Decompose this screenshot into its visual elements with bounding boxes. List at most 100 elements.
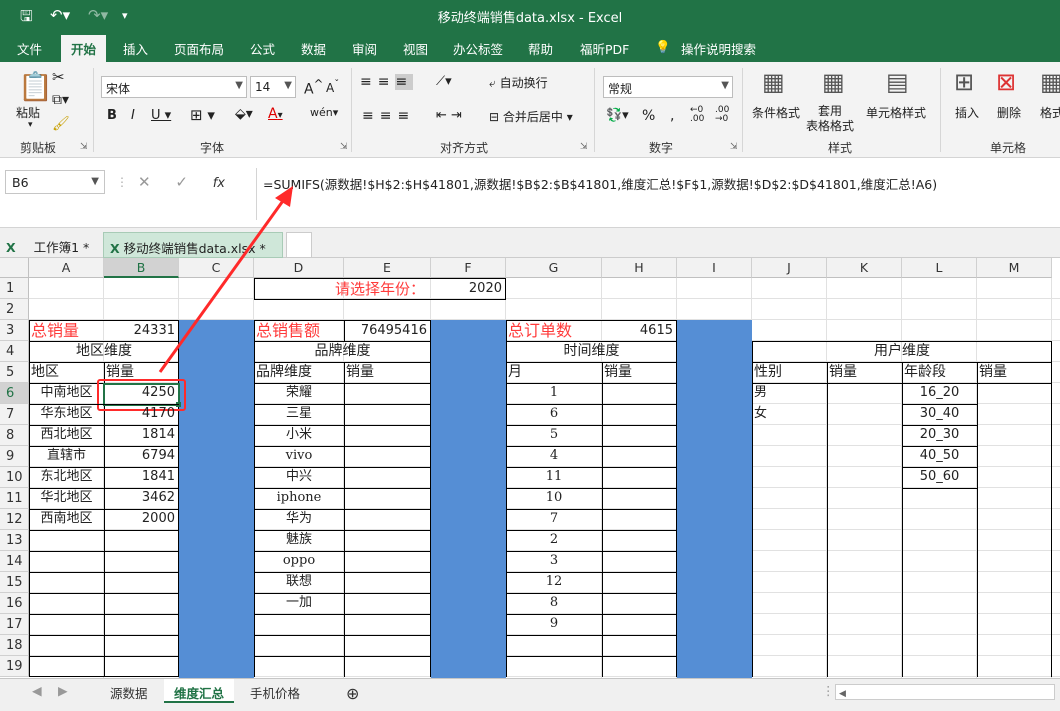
brand-name-cell[interactable]: 三星 xyxy=(254,404,344,424)
brand-name-cell[interactable]: 联想 xyxy=(254,572,344,592)
column-header-c[interactable]: C xyxy=(179,258,254,278)
brand-name-cell[interactable]: 一加 xyxy=(254,593,344,613)
name-box[interactable]: B6 ▼ xyxy=(5,170,105,194)
dialog-launcher-icon[interactable]: ⇲ xyxy=(580,142,588,152)
age-group-cell[interactable]: 50_60 xyxy=(902,467,977,487)
row-header-15[interactable]: 15 xyxy=(0,572,29,593)
decrease-decimal-icon[interactable]: .00 →0 xyxy=(715,106,729,124)
column-header-m[interactable]: M xyxy=(977,258,1052,278)
region-name-cell[interactable]: 西南地区 xyxy=(29,509,104,529)
month-cell[interactable]: 7 xyxy=(506,509,602,529)
grow-font-icon[interactable]: A^ xyxy=(304,77,323,98)
region-sales-cell[interactable]: 4250 xyxy=(104,383,179,403)
month-cell[interactable]: 2 xyxy=(506,530,602,550)
new-workbook-tab[interactable] xyxy=(286,232,312,258)
insert-cells-icon[interactable]: ⊞ xyxy=(954,68,974,96)
wrap-text-button[interactable]: ⤶ 自动换行 xyxy=(489,74,548,91)
column-header-a[interactable]: A xyxy=(29,258,104,278)
gender-cell[interactable]: 女 xyxy=(752,404,827,424)
row-header-2[interactable]: 2 xyxy=(0,299,29,320)
region-name-cell[interactable]: 直辖市 xyxy=(29,446,104,466)
tab-foxit-pdf[interactable]: 福昕PDF xyxy=(580,39,629,58)
percent-icon[interactable]: % xyxy=(642,108,655,124)
total-revenue-value[interactable]: 76495416 xyxy=(344,320,431,342)
region-sales-cell[interactable]: 6794 xyxy=(104,446,179,466)
region-sales-cell[interactable]: 1814 xyxy=(104,425,179,445)
region-sales-cell[interactable]: 2000 xyxy=(104,509,179,529)
tab-review[interactable]: 审阅 xyxy=(352,39,377,58)
add-sheet-icon[interactable]: ⊕ xyxy=(336,680,369,704)
conditional-format-button[interactable]: 条件格式 xyxy=(752,104,800,121)
tab-office-tab[interactable]: 办公标签 xyxy=(453,39,503,58)
total-orders-value[interactable]: 4615 xyxy=(602,320,677,342)
column-header-e[interactable]: E xyxy=(344,258,431,278)
tab-home[interactable]: 开始 xyxy=(61,35,107,62)
sheet-tab-source-data[interactable]: 源数据 xyxy=(100,679,158,703)
age-group-cell[interactable]: 20_30 xyxy=(902,425,977,445)
column-header-l[interactable]: L xyxy=(902,258,977,278)
font-color-icon[interactable]: A▾ xyxy=(268,106,283,122)
total-sales-value[interactable]: 24331 xyxy=(104,320,179,342)
currency-icon[interactable]: 💱▾ xyxy=(606,108,629,123)
italic-icon[interactable]: I xyxy=(131,108,135,123)
region-sales-cell[interactable]: 3462 xyxy=(104,488,179,508)
month-cell[interactable]: 12 xyxy=(506,572,602,592)
gender-cell[interactable]: 男 xyxy=(752,383,827,403)
increase-decimal-icon[interactable]: ←0.00 xyxy=(690,106,704,124)
month-cell[interactable]: 10 xyxy=(506,488,602,508)
enter-icon[interactable]: ✓ xyxy=(175,173,188,191)
month-cell[interactable]: 4 xyxy=(506,446,602,466)
select-all-corner[interactable] xyxy=(0,258,29,278)
format-as-table-button[interactable]: 套用 表格格式 xyxy=(806,104,854,134)
column-header-i[interactable]: I xyxy=(677,258,752,278)
insert-cells-button[interactable]: 插入 xyxy=(955,104,979,121)
cell-styles-icon[interactable]: ▤ xyxy=(886,68,909,96)
cell-styles-button[interactable]: 单元格样式 xyxy=(866,104,926,121)
brand-name-cell[interactable]: vivo xyxy=(254,446,344,466)
conditional-format-icon[interactable]: ▦ xyxy=(762,68,785,96)
delete-cells-button[interactable]: 删除 xyxy=(997,104,1021,121)
format-as-table-icon[interactable]: ▦ xyxy=(822,68,845,96)
dialog-launcher-icon[interactable]: ⇲ xyxy=(730,142,738,152)
vertical-align-icons[interactable]: ≡≡≡ xyxy=(360,74,414,90)
row-header-18[interactable]: 18 xyxy=(0,635,29,656)
row-header-12[interactable]: 12 xyxy=(0,509,29,530)
format-painter-icon[interactable]: 🖌 xyxy=(52,116,70,132)
spreadsheet-grid[interactable]: A B C D E F G H I J K L M 请选择年份： 2020 总销… xyxy=(0,258,1060,678)
row-header-1[interactable]: 1 xyxy=(0,278,29,299)
dialog-launcher-icon[interactable]: ⇲ xyxy=(340,142,348,152)
workbook-tab[interactable]: X 工作簿1 * xyxy=(0,232,100,258)
tab-file[interactable]: 文件 xyxy=(17,39,42,58)
border-icon[interactable]: ⊞ ▾ xyxy=(190,106,215,124)
paste-icon[interactable]: 📋 xyxy=(18,70,53,103)
horizontal-align-icons[interactable]: ≡≡≡ xyxy=(362,108,415,124)
brand-name-cell[interactable]: 荣耀 xyxy=(254,383,344,403)
brand-name-cell[interactable]: oppo xyxy=(254,551,344,571)
sheet-tab-dimension-summary[interactable]: 维度汇总 xyxy=(164,679,235,703)
paste-button[interactable]: 粘贴 xyxy=(16,104,40,121)
month-cell[interactable]: 5 xyxy=(506,425,602,445)
month-cell[interactable]: 9 xyxy=(506,614,602,634)
row-header-17[interactable]: 17 xyxy=(0,614,29,635)
orientation-icon[interactable]: ⟋▾ xyxy=(436,74,452,89)
column-header-f[interactable]: F xyxy=(431,258,506,278)
column-header-h[interactable]: H xyxy=(602,258,677,278)
brand-name-cell[interactable]: iphone xyxy=(254,488,344,508)
row-header-6[interactable]: 6 xyxy=(0,383,29,404)
region-sales-cell[interactable]: 4170 xyxy=(104,404,179,424)
region-name-cell[interactable]: 华北地区 xyxy=(29,488,104,508)
tab-formulas[interactable]: 公式 xyxy=(250,39,275,58)
tab-insert[interactable]: 插入 xyxy=(123,39,148,58)
row-header-3[interactable]: 3 xyxy=(0,320,29,341)
row-header-16[interactable]: 16 xyxy=(0,593,29,614)
age-group-cell[interactable]: 16_20 xyxy=(902,383,977,403)
brand-name-cell[interactable]: 华为 xyxy=(254,509,344,529)
row-header-4[interactable]: 4 xyxy=(0,341,29,362)
comma-icon[interactable]: , xyxy=(670,108,674,124)
region-name-cell[interactable]: 东北地区 xyxy=(29,467,104,487)
row-header-9[interactable]: 9 xyxy=(0,446,29,467)
year-input-cell[interactable]: 2020 xyxy=(431,278,506,300)
horizontal-scrollbar[interactable]: ◀ xyxy=(835,684,1055,700)
number-format-select[interactable]: 常规 ▼ xyxy=(603,76,733,98)
month-cell[interactable]: 8 xyxy=(506,593,602,613)
